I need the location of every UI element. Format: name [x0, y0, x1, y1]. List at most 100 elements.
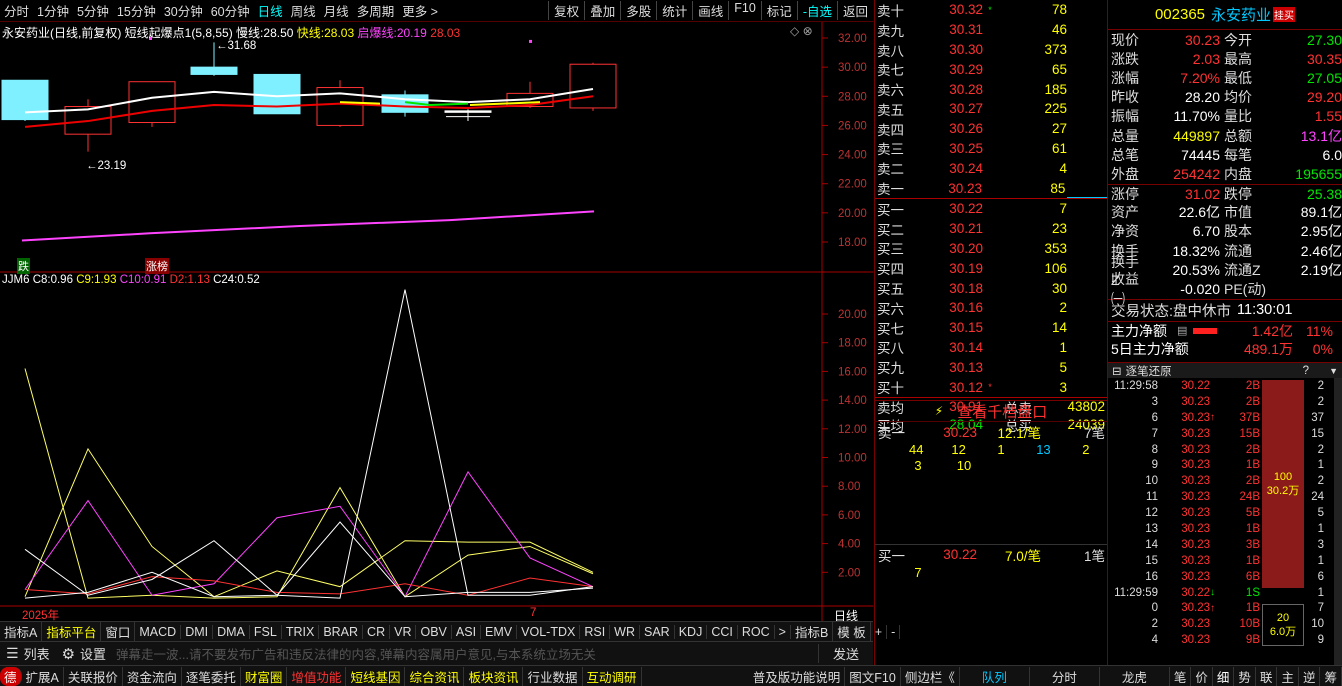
bottom-tab[interactable]: 短线基因 — [346, 666, 406, 686]
bottom-tab[interactable]: 队列 — [960, 666, 1030, 686]
indicator-tab[interactable]: ROC — [738, 624, 775, 639]
ask-row[interactable]: 卖七 30.29 65 — [875, 59, 1107, 79]
period-tab[interactable]: 周线 — [287, 1, 320, 20]
indicator-tab[interactable]: DMA — [213, 624, 250, 639]
indicator-tab[interactable]: OBV — [416, 624, 452, 639]
toolbar-button[interactable]: 复权 — [548, 1, 584, 20]
depth-button[interactable]: ⚡ 查看千档盘口 — [874, 400, 1108, 421]
bottom-tab[interactable]: 综合资讯 — [405, 666, 465, 686]
bottom-tab[interactable]: 细 — [1213, 666, 1235, 686]
bottom-tab[interactable]: 行业数据 — [523, 666, 583, 686]
bottom-tab[interactable]: 笔 — [1170, 666, 1192, 686]
period-tab[interactable]: 多周期 — [353, 1, 399, 20]
bottom-tab[interactable]: 图文F10 — [845, 666, 901, 686]
bid-row[interactable]: 买四 30.19 106 — [875, 258, 1107, 278]
indicator-tab[interactable]: VOL-TDX — [517, 624, 581, 639]
period-tab[interactable]: 日线 — [254, 1, 287, 20]
bottom-tab[interactable]: 侧边栏《 — [901, 666, 960, 686]
toolbar-button[interactable]: 返回 — [836, 1, 873, 20]
bottom-tab[interactable]: 普及版功能说明 — [749, 666, 846, 686]
bottom-tab[interactable]: 逆 — [1299, 666, 1321, 686]
period-tab[interactable]: 更多 > — [398, 1, 442, 20]
indicator-tab[interactable]: DMI — [181, 624, 214, 639]
ask-row[interactable]: 卖六 30.28 185 — [875, 79, 1107, 99]
ask-row[interactable]: 卖一 30.23 85 — [875, 178, 1107, 198]
bottom-tab[interactable]: 增值功能 — [287, 666, 347, 686]
indicator-tab[interactable]: KDJ — [675, 624, 708, 639]
chart-controls[interactable]: ◇ ⊗ — [790, 24, 813, 38]
period-tab[interactable]: 5分钟 — [73, 1, 113, 20]
indicator-tab[interactable]: MACD — [135, 624, 182, 639]
period-tab[interactable]: 60分钟 — [207, 1, 254, 20]
indicator-tab[interactable]: RSI — [580, 624, 611, 639]
bottom-tab[interactable]: 扩展A — [22, 666, 64, 686]
bid-row[interactable]: 买七 30.15 14 — [875, 318, 1107, 338]
toolbar-button[interactable]: 画线 — [692, 1, 728, 20]
indicator-tab[interactable]: FSL — [250, 624, 282, 639]
period-tab[interactable]: 月线 — [320, 1, 353, 20]
indicator-tab[interactable]: CCI — [707, 624, 738, 639]
bid-row[interactable]: 买十 30.12 * 3 — [875, 377, 1107, 397]
bid-row[interactable]: 买八 30.14 1 — [875, 338, 1107, 358]
help-icon[interactable]: ? — [1303, 365, 1329, 377]
period-tab[interactable]: 分时 — [0, 1, 33, 20]
bid-row[interactable]: 买六 30.16 2 — [875, 298, 1107, 318]
bid-row[interactable]: 买九 30.13 5 — [875, 357, 1107, 377]
indicator-tab[interactable]: 指标平台 — [42, 622, 102, 641]
ask-row[interactable]: 卖三 30.25 61 — [875, 139, 1107, 159]
ask-row[interactable]: 卖十 30.32 * 78 — [875, 0, 1107, 20]
tick-scrollbar[interactable] — [1334, 378, 1342, 665]
indicator-tab[interactable]: EMV — [481, 624, 518, 639]
minus-icon[interactable]: ⊟ — [1108, 364, 1126, 378]
toolbar-button[interactable]: 多股 — [620, 1, 656, 20]
period-tab[interactable]: 1分钟 — [33, 1, 73, 20]
bottom-tab[interactable]: 筹 — [1320, 666, 1342, 686]
bottom-tab[interactable]: 联 — [1256, 666, 1278, 686]
bid-row[interactable]: 买二 30.21 23 — [875, 219, 1107, 239]
indicator-tab[interactable]: TRIX — [282, 624, 320, 639]
bottom-tab[interactable]: 逐笔委托 — [182, 666, 241, 686]
indicator-tab[interactable]: 窗口 — [101, 622, 136, 641]
bottom-tab[interactable]: 资金流向 — [123, 666, 182, 686]
bottom-tab[interactable]: 龙虎 — [1100, 666, 1170, 686]
bottom-tab[interactable]: 板块资讯 — [464, 666, 524, 686]
toolbar-button[interactable]: 统计 — [656, 1, 692, 20]
bid-row[interactable]: 买三 30.20 353 — [875, 239, 1107, 259]
toolbar-button[interactable]: 标记 — [760, 1, 797, 20]
stock-name[interactable]: 永安药业 — [1211, 4, 1271, 25]
ask-row[interactable]: 卖九 30.31 46 — [875, 20, 1107, 40]
indicator-tab[interactable]: SAR — [640, 624, 675, 639]
chart-area[interactable]: 32.00 30.00 28.00 26.00 24.00 22.00 20.00 18.00… — [0, 22, 873, 623]
period-tab[interactable]: 15分钟 — [113, 1, 160, 20]
bid-row[interactable]: 买五 30.18 30 — [875, 278, 1107, 298]
indicator-tab[interactable]: BRAR — [319, 624, 364, 639]
send-button[interactable]: 发送 — [817, 644, 873, 663]
bottom-tab[interactable]: 分时 — [1030, 666, 1100, 686]
bottom-tab[interactable]: 关联报价 — [64, 666, 123, 686]
bottom-tab[interactable]: 主 — [1277, 666, 1299, 686]
list-button[interactable]: ☰ 列表 — [0, 644, 56, 663]
bottom-tab[interactable]: 财富圈 — [241, 666, 288, 686]
ask-row[interactable]: 卖二 30.24 4 — [875, 158, 1107, 178]
doc-icon[interactable]: ▤ — [1177, 324, 1193, 337]
period-tab[interactable]: 30分钟 — [160, 1, 207, 20]
indicator-tab[interactable]: 指标A — [0, 622, 43, 641]
indicator-tab[interactable]: ASI — [452, 624, 482, 639]
indicator-tab[interactable]: VR — [390, 624, 417, 639]
danmu-input[interactable]: 弹幕走一波...请不要发布广告和违反法律的内容,弹幕内容属用户意见,与本系统立场… — [112, 644, 818, 663]
toolbar-button[interactable]: F10 — [728, 1, 761, 20]
indicator-tab[interactable]: 模 板 — [833, 622, 871, 641]
indicator-tab[interactable]: WR — [610, 624, 640, 639]
ask-row[interactable]: 卖五 30.27 225 — [875, 99, 1107, 119]
indicator-tab[interactable]: > — [775, 624, 791, 639]
bottom-tab[interactable]: 势 — [1234, 666, 1256, 686]
bid-row[interactable]: 买一 30.22 7 — [875, 199, 1107, 219]
ask-row[interactable]: 卖四 30.26 27 — [875, 119, 1107, 139]
dropdown-icon[interactable]: ▼ — [1329, 366, 1342, 376]
ask-row[interactable]: 卖八 30.30 373 — [875, 40, 1107, 60]
toolbar-button[interactable]: 叠加 — [584, 1, 620, 20]
bottom-tab[interactable]: 互动调研 — [583, 666, 642, 686]
toolbar-button[interactable]: -自选 — [796, 1, 837, 20]
indicator-tab[interactable]: CR — [363, 624, 391, 639]
settings-button[interactable]: ⚙ 设置 — [56, 644, 112, 663]
